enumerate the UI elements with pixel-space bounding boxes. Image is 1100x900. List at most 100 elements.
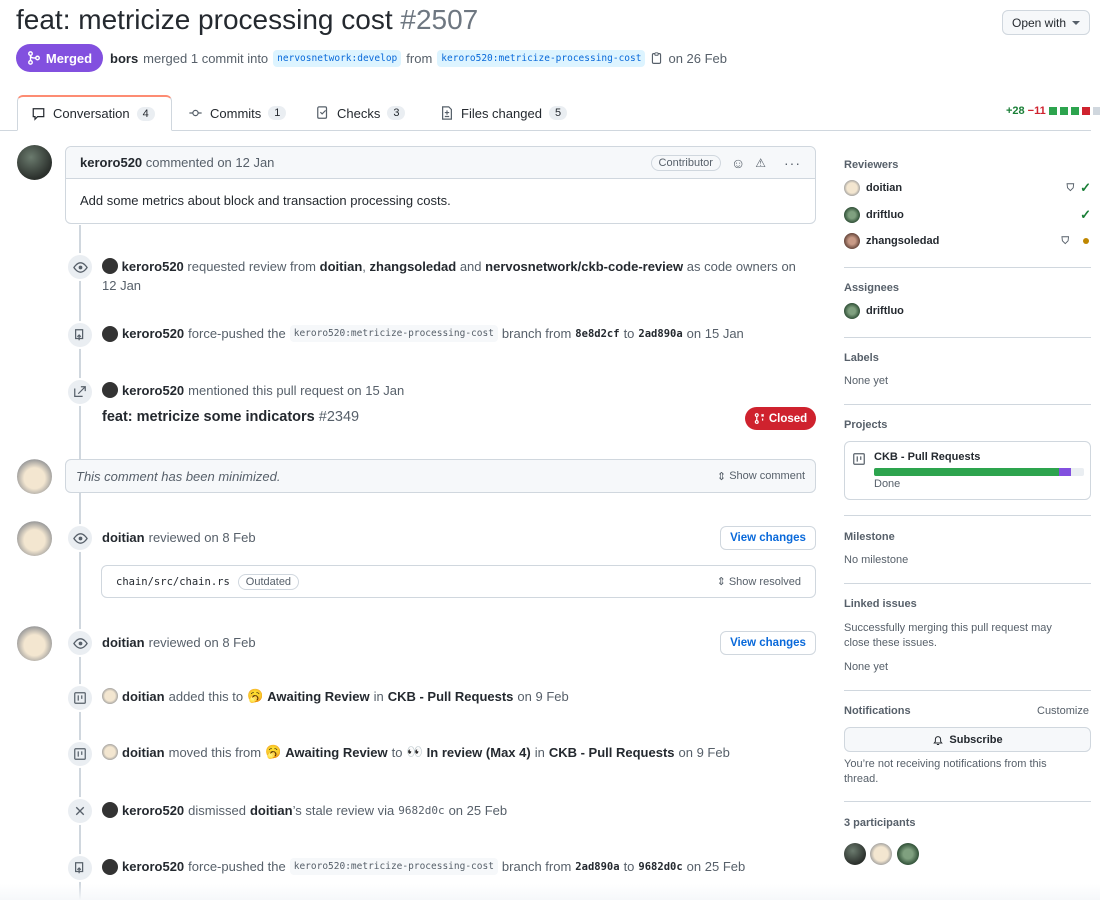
reviewer-link[interactable]: doitian [320, 259, 363, 274]
subscribe-button[interactable]: Subscribe [844, 727, 1091, 752]
diffstat-block [1070, 107, 1079, 115]
code-owner-shield-icon: ⛉ [1066, 182, 1075, 194]
diffstat-block [1092, 107, 1100, 115]
event-date[interactable]: on 25 Feb [687, 859, 746, 874]
project-link[interactable]: CKB - Pull Requests [549, 745, 675, 760]
project-card[interactable]: CKB - Pull Requests Done [844, 441, 1091, 500]
file-path[interactable]: chain/src/chain.rs [116, 576, 230, 588]
avatar[interactable] [844, 233, 860, 249]
merged-state-badge: Merged [16, 44, 103, 72]
tab-files-changed[interactable]: Files changed 5 [427, 95, 580, 131]
project-link[interactable]: CKB - Pull Requests [388, 689, 514, 704]
team-link[interactable]: nervosnetwork/ckb-code-review [485, 259, 683, 274]
report-icon[interactable]: ⚠ [755, 156, 766, 170]
branch-name[interactable]: keroro520:metricize-processing-cost [289, 858, 498, 875]
event-user[interactable]: doitian [122, 745, 165, 760]
base-branch[interactable]: nervosnetwork:develop [273, 50, 402, 67]
event-user[interactable]: doitian [102, 530, 145, 545]
event-date[interactable]: on 25 Feb [449, 803, 508, 818]
project-name[interactable]: CKB - Pull Requests [874, 451, 980, 463]
event-user[interactable]: keroro520 [122, 383, 184, 398]
avatar[interactable] [844, 180, 860, 196]
progress-in-progress [1058, 468, 1072, 476]
reviewer-name[interactable]: doitian [866, 182, 902, 194]
assignees-heading[interactable]: Assignees [844, 282, 899, 294]
smiley-icon[interactable]: ☺ [731, 155, 745, 171]
avatar[interactable] [102, 382, 118, 398]
commit-sha[interactable]: 2ad890a [575, 861, 619, 873]
commit-sha[interactable]: 9682d0c [638, 861, 682, 873]
copy-icon[interactable] [650, 52, 663, 65]
project-icon [66, 740, 94, 768]
show-resolved-button[interactable]: Show resolved [729, 576, 801, 588]
contributor-badge: Contributor [650, 154, 721, 171]
avatar[interactable] [17, 626, 52, 661]
event-user[interactable]: keroro520 [122, 326, 184, 341]
avatar[interactable] [102, 802, 118, 818]
commit-sha[interactable]: 2ad890a [638, 328, 682, 340]
labels-heading[interactable]: Labels [844, 352, 879, 364]
linked-issues-heading[interactable]: Linked issues [844, 598, 917, 610]
participant-avatar[interactable] [897, 843, 919, 865]
avatar[interactable] [102, 325, 118, 342]
show-comment-button[interactable]: Show comment [729, 470, 805, 482]
event-text: mentioned this pull request on 15 Jan [188, 382, 405, 398]
dismissed-user[interactable]: doitian [250, 803, 293, 818]
projects-heading[interactable]: Projects [844, 419, 887, 431]
avatar[interactable] [102, 744, 118, 760]
event-user[interactable]: doitian [122, 689, 165, 704]
event-user[interactable]: keroro520 [122, 803, 184, 818]
avatar[interactable] [17, 459, 52, 494]
event-user[interactable]: doitian [102, 635, 145, 650]
tab-counter: 3 [387, 106, 406, 120]
participant-avatar[interactable] [870, 843, 892, 865]
event-user[interactable]: keroro520 [122, 259, 184, 274]
reviewer-link[interactable]: zhangsoledad [370, 259, 457, 274]
tab-checks[interactable]: Checks 3 [303, 95, 418, 131]
from-word: from [406, 51, 433, 66]
merger-link[interactable]: bors [110, 51, 138, 66]
check-icon: ✓ [1080, 180, 1091, 195]
file-diff-icon [442, 106, 452, 120]
event-text: to [623, 859, 635, 874]
milestone-heading[interactable]: Milestone [844, 531, 895, 543]
view-changes-button[interactable]: View changes [720, 631, 816, 655]
referenced-pr-number[interactable]: #2349 [319, 409, 359, 425]
reviewers-heading[interactable]: Reviewers [844, 159, 898, 171]
open-with-button[interactable]: Open with [1002, 10, 1090, 35]
participant-avatar[interactable] [844, 843, 866, 865]
event-text: in [534, 744, 545, 760]
avatar[interactable] [102, 258, 118, 274]
event-date[interactable]: on 15 Jan [687, 326, 744, 341]
avatar[interactable] [17, 145, 52, 180]
event-date[interactable]: on 9 Feb [517, 689, 568, 704]
commit-sha[interactable]: 8e8d2cf [575, 328, 619, 340]
event-text: in [373, 688, 384, 704]
avatar[interactable] [844, 303, 860, 319]
divider [844, 404, 1091, 405]
view-changes-button[interactable]: View changes [720, 526, 816, 550]
head-branch[interactable]: keroro520:metricize-processing-cost [437, 50, 646, 67]
tab-commits[interactable]: Commits 1 [175, 95, 299, 131]
avatar[interactable] [102, 688, 118, 704]
pr-title: feat: metricize processing cost #2507 [16, 4, 478, 36]
subscribe-label: Subscribe [949, 733, 1003, 746]
referenced-pr-title[interactable]: feat: metricize some indicators [102, 409, 315, 425]
customize-link[interactable]: Customize [1037, 705, 1089, 717]
tab-conversation[interactable]: Conversation 4 [17, 95, 172, 131]
assignee-name[interactable]: driftluo [866, 305, 904, 317]
reviewer-name[interactable]: zhangsoledad [866, 235, 939, 247]
commit-sha[interactable]: 9682d0c [398, 804, 444, 817]
event-user[interactable]: keroro520 [122, 859, 184, 874]
avatar[interactable] [844, 207, 860, 223]
referenced-pr[interactable]: feat: metricize some indicators #2349 [102, 409, 359, 425]
reviewer-name[interactable]: driftluo [866, 209, 904, 221]
more-options-icon[interactable]: ··· [784, 155, 801, 171]
avatar[interactable] [102, 858, 118, 875]
comment-author[interactable]: keroro520 [80, 155, 142, 170]
avatar[interactable] [17, 521, 52, 556]
event-date[interactable]: on 9 Feb [679, 745, 730, 760]
branch-name[interactable]: keroro520:metricize-processing-cost [289, 325, 498, 342]
repo-push-icon [66, 854, 94, 882]
review-file: chain/src/chain.rs Outdated ⇕ Show resol… [101, 565, 816, 598]
